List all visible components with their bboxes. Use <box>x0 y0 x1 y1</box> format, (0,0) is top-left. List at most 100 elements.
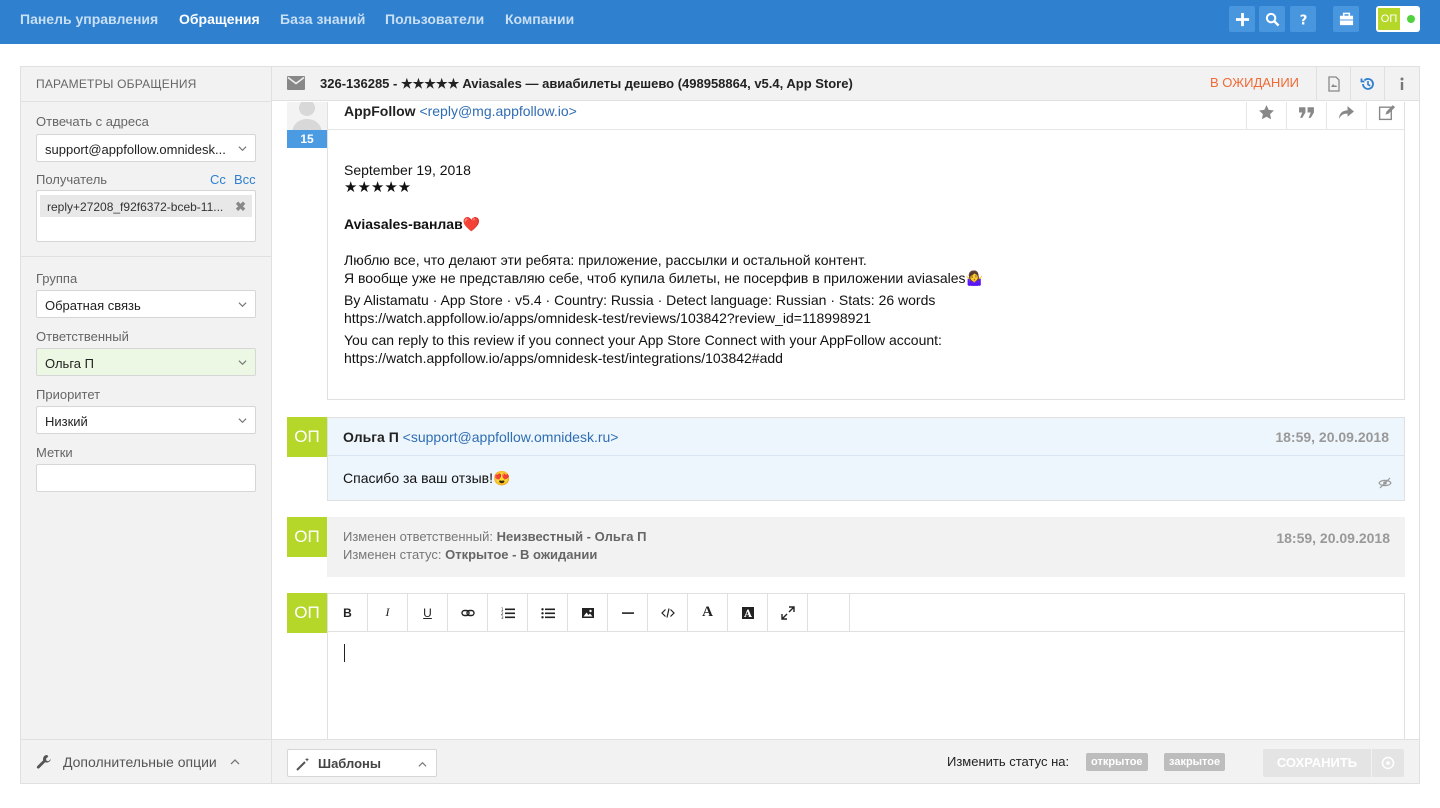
export-pdf-button[interactable] <box>1316 67 1350 101</box>
horizontal-rule-button[interactable] <box>608 594 648 631</box>
search-button[interactable] <box>1259 6 1285 32</box>
tags-label: Метки <box>36 445 73 460</box>
search-icon <box>1265 12 1279 26</box>
nav-knowledge-base[interactable]: База знаний <box>280 11 365 27</box>
plus-icon <box>1235 12 1249 26</box>
cc-link[interactable]: Cc <box>210 172 226 187</box>
extra-options-toggle[interactable]: Дополнительные опции <box>21 739 271 783</box>
code-button[interactable] <box>648 594 688 631</box>
nav-cases[interactable]: Обращения <box>179 11 260 27</box>
event-line: Изменен ответственный: Неизвестный - Оль… <box>343 529 646 544</box>
chevron-down-icon <box>238 360 247 366</box>
quote-icon <box>1299 106 1314 118</box>
review-url[interactable]: https://watch.appfollow.io/apps/omnidesk… <box>344 309 1384 327</box>
save-button[interactable]: СОХРАНИТЬ <box>1263 749 1371 777</box>
recipient-label: Получатель <box>36 172 108 187</box>
avatar: ОП <box>287 417 327 457</box>
customer-message: AppFollow <reply@mg.appfollow.io> Septem… <box>327 102 1405 400</box>
case-frame: ПАРАМЕТРЫ ОБРАЩЕНИЯ Отвечать с адреса su… <box>20 66 1420 784</box>
reply-from-value: support@appfollow.omnidesk... <box>45 142 226 157</box>
case-thread: 15 AppFollow <reply@mg.appfollow.io> Sep… <box>272 102 1419 739</box>
reply-actions-bar: Шаблоны Изменить статус на: открытое зак… <box>272 739 1419 783</box>
briefcase-button[interactable] <box>1333 6 1359 32</box>
document-icon <box>1327 76 1340 92</box>
help-icon: ? <box>1299 13 1307 26</box>
sender-name: AppFollow <box>344 103 416 119</box>
bcc-link[interactable]: Bcc <box>234 172 256 187</box>
sender-email[interactable]: <support@appfollow.omnidesk.ru> <box>403 429 619 445</box>
message-header: AppFollow <reply@mg.appfollow.io> <box>328 102 1404 130</box>
link-icon <box>460 609 475 616</box>
recipient-chip: reply+27208_f92f6372-bceb-11... ✖ <box>40 195 252 217</box>
info-button[interactable] <box>1384 67 1418 101</box>
eye-slash-icon[interactable] <box>1378 477 1392 489</box>
status-closed-button[interactable]: закрытое <box>1164 753 1226 771</box>
priority-select[interactable]: Низкий <box>36 406 256 434</box>
message-header: Ольга П <support@appfollow.omnidesk.ru> … <box>328 418 1404 456</box>
image-button[interactable] <box>568 594 608 631</box>
magic-wand-icon <box>296 757 310 771</box>
sender-email[interactable]: <reply@mg.appfollow.io> <box>419 103 576 119</box>
avatar: ОП <box>287 593 327 633</box>
star-button[interactable] <box>1246 102 1286 129</box>
assignee-select[interactable]: Ольга П <box>36 348 256 376</box>
case-status-badge: В ОЖИДАНИИ <box>1210 75 1300 90</box>
bullet-list-button[interactable] <box>528 594 568 631</box>
ordered-list-button[interactable]: 123 <box>488 594 528 631</box>
event-value: Открытое - В ожидании <box>445 547 598 562</box>
case-header: 326-136285 - ★★★★★ Aviasales — авиабилет… <box>272 67 1419 101</box>
add-button[interactable] <box>1229 6 1255 32</box>
tags-input[interactable] <box>36 464 256 492</box>
font-color-icon: A <box>741 606 754 620</box>
font-color-button[interactable]: A <box>728 594 768 631</box>
nav-dashboard[interactable]: Панель управления <box>20 11 158 27</box>
svg-text:?: ? <box>1299 13 1307 26</box>
underline-button[interactable]: U <box>408 594 448 631</box>
connect-text: You can reply to this review if you conn… <box>344 332 942 348</box>
avatar: ОП <box>1378 8 1400 30</box>
avatar: ОП <box>287 517 327 557</box>
edit-button[interactable] <box>1366 102 1406 129</box>
ordered-list-icon: 123 <box>501 607 515 620</box>
templates-button[interactable]: Шаблоны <box>287 749 437 777</box>
bold-button[interactable]: B <box>328 594 368 631</box>
recipient-field[interactable]: reply+27208_f92f6372-bceb-11... ✖ <box>36 190 256 242</box>
save-options-button[interactable] <box>1372 749 1404 777</box>
link-button[interactable] <box>448 594 488 631</box>
nav-companies[interactable]: Компании <box>505 11 574 27</box>
review-stars: ★★★★★ <box>344 179 412 196</box>
font-button[interactable]: A <box>688 594 728 631</box>
nav-users[interactable]: Пользователи <box>385 11 484 27</box>
fullscreen-button[interactable] <box>768 594 808 631</box>
system-event: Изменен ответственный: Неизвестный - Оль… <box>327 517 1405 577</box>
reply-from-select[interactable]: support@appfollow.omnidesk... <box>36 134 256 162</box>
code-icon <box>660 607 675 618</box>
help-button[interactable]: ? <box>1290 6 1316 32</box>
review-text-line: Я вообще уже не представляю себе, чтоб к… <box>344 270 983 286</box>
edit-icon <box>1378 104 1395 120</box>
editor-toolbar: B I U 123 A A <box>328 594 1404 632</box>
event-line: Изменен статус: Открытое - В ожидании <box>343 547 597 562</box>
chevron-down-icon <box>238 302 247 308</box>
remove-recipient-icon[interactable]: ✖ <box>235 199 246 215</box>
forward-icon <box>1339 105 1354 119</box>
message-sender: Ольга П <support@appfollow.omnidesk.ru> <box>343 429 618 445</box>
user-menu[interactable]: ОП <box>1376 6 1420 32</box>
review-text-line: Люблю все, что делают эти ребята: прилож… <box>344 252 867 268</box>
group-select[interactable]: Обратная связь <box>36 290 256 318</box>
info-icon <box>1400 77 1403 90</box>
status-open-button[interactable]: открытое <box>1086 753 1148 771</box>
review-meta: By Alistamatu · App Store · v5.4 · Count… <box>344 292 936 308</box>
review-heading: Aviasales-ванлав❤️ <box>344 216 481 232</box>
forward-button[interactable] <box>1326 102 1366 129</box>
text-cursor[interactable] <box>344 644 345 662</box>
svg-text:A: A <box>743 609 752 620</box>
connect-url[interactable]: https://watch.appfollow.io/apps/omnidesk… <box>344 349 1384 367</box>
quote-button[interactable] <box>1286 102 1326 129</box>
wrench-icon <box>36 755 51 769</box>
mail-icon <box>287 76 305 90</box>
message-timestamp: 18:59, 20.09.2018 <box>1275 429 1389 445</box>
recipient-value: reply+27208_f92f6372-bceb-11... <box>47 200 224 214</box>
italic-button[interactable]: I <box>368 594 408 631</box>
history-button[interactable] <box>1350 67 1384 101</box>
